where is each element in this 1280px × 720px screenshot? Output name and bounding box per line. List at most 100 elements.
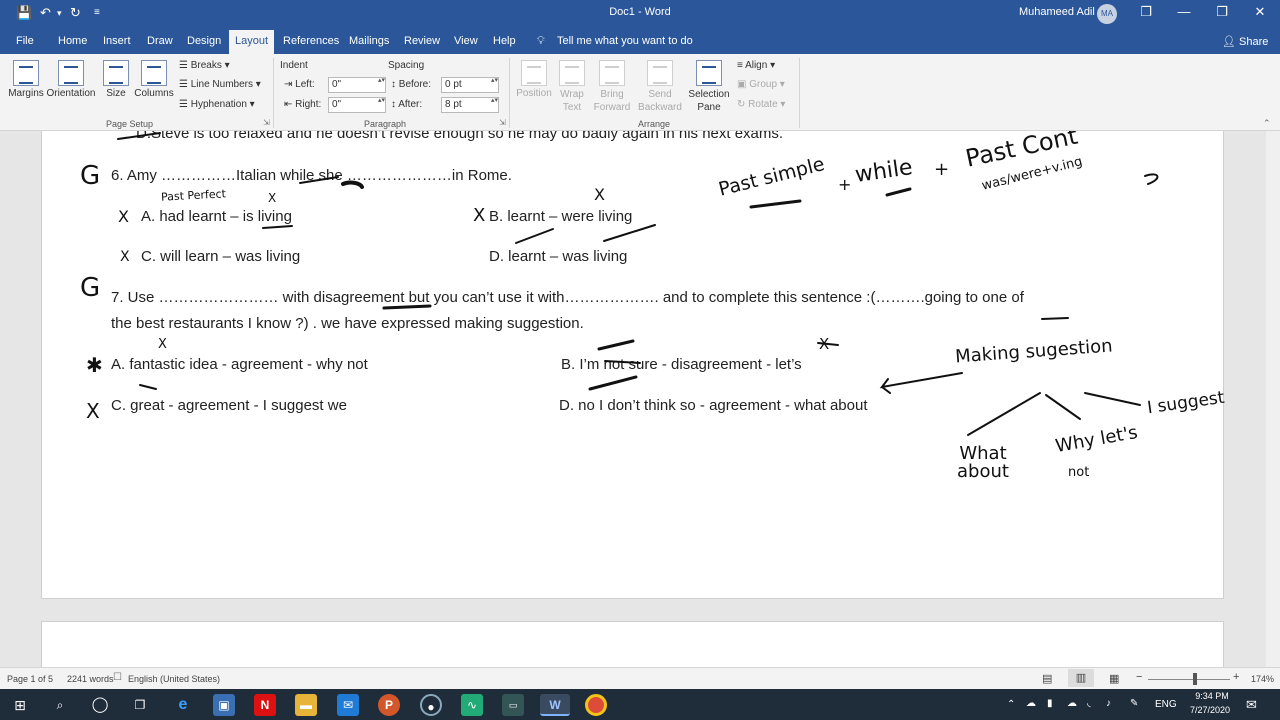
tab-view[interactable]: View [454,35,478,47]
ribbon-display-options-icon[interactable]: ❐ [1136,4,1156,20]
file-explorer-icon[interactable]: ▬ [295,694,317,716]
print-layout-icon[interactable]: ▥ [1068,669,1094,687]
selection-pane-label: Selection Pane [688,89,730,113]
group-divider [509,58,510,128]
breaks-button[interactable]: ☰ Breaks ▾ [179,60,230,71]
mail-icon[interactable]: ✉ [337,694,359,716]
breaks-label: Breaks [190,60,222,71]
document-area: D.Steve is too relaxed and he doesn’t re… [0,131,1280,667]
ink-underline-is-living [262,225,293,229]
tab-file[interactable]: File [16,35,34,47]
spacing-after-input[interactable]: 8 pt [441,97,499,113]
selection-pane-button[interactable]: Selection Pane [686,60,732,114]
web-layout-icon[interactable]: ▦ [1109,672,1119,685]
tab-references[interactable]: References [283,35,339,47]
columns-button[interactable]: Columns [134,60,174,99]
rotate-button[interactable]: ↻ Rotate ▾ [737,99,785,110]
vertical-scrollbar[interactable] [1266,131,1280,667]
wrap-text-label: Wrap Text [560,89,584,113]
ink-star-mark-a7: ✱ [86,353,103,377]
notifications-icon[interactable]: ✉ [1246,697,1257,713]
ink-bracket-stroke [1144,173,1159,185]
proofing-icon[interactable]: ☐ [113,672,122,683]
weather-icon[interactable]: ☁ [1067,698,1077,709]
zoom-out-icon[interactable]: − [1136,671,1142,683]
ink-underline-not-sure [604,360,641,364]
battery-icon[interactable]: ▮ [1047,698,1053,709]
bring-forward-button[interactable]: Bring Forward [590,60,634,114]
tab-help[interactable]: Help [493,35,516,47]
edge-icon[interactable]: e [172,694,194,716]
indent-right-input[interactable]: 0" [328,97,386,113]
orientation-button[interactable]: Orientation [46,60,96,99]
tab-design[interactable]: Design [187,35,221,47]
powerpoint-icon[interactable]: P [378,694,400,716]
tab-insert[interactable]: Insert [103,35,131,47]
search-icon[interactable]: ⌕ [49,694,71,716]
restore-icon[interactable]: ❐ [1212,4,1232,20]
terminal-icon[interactable]: ▭ [502,694,524,716]
cortana-icon[interactable]: ◯ [89,694,111,716]
tab-review[interactable]: Review [404,35,440,47]
zoom-slider-thumb[interactable] [1193,673,1197,685]
hyphenation-button[interactable]: ☰ Hyphenation ▾ [179,99,255,110]
tab-draw[interactable]: Draw [147,35,173,47]
tab-layout[interactable]: Layout [229,30,275,54]
paragraph-dialog-launcher-icon[interactable]: ⇲ [499,118,506,127]
task-view-icon[interactable]: ❐ [129,694,151,716]
margins-button[interactable]: Margins [8,60,44,99]
avatar[interactable]: MA [1097,4,1117,24]
tab-mailings[interactable]: Mailings [349,35,389,47]
user-name[interactable]: Muhameed Adil [1019,6,1095,18]
ink-check-b-top [597,339,635,351]
position-button[interactable]: Position [514,60,554,99]
ink-underline-while [299,176,339,184]
word-taskbar-icon[interactable]: W [540,694,570,716]
indent-left-input[interactable]: 0" [328,77,386,93]
netflix-icon[interactable]: N [254,694,276,716]
chrome-icon[interactable] [585,694,607,716]
send-backward-button[interactable]: Send Backward [636,60,684,114]
collapse-ribbon-icon[interactable]: ⌃ [1263,118,1271,129]
pen-workspace-icon[interactable]: ✎ [1130,698,1138,709]
show-hidden-icons-icon[interactable]: ⌃ [1007,699,1015,710]
zoom-level[interactable]: 174% [1251,674,1274,684]
ink-branch-suggest [1084,392,1141,406]
windows-start-icon[interactable]: ⊞ [9,694,31,716]
camera-app-icon[interactable]: ● [420,694,442,716]
clock-date[interactable]: 7/27/2020 [1186,705,1234,715]
volume-icon[interactable]: ♪ [1106,698,1111,709]
close-icon[interactable]: ✕ [1250,4,1270,20]
tell-me-search[interactable]: Tell me what you want to do [557,35,693,47]
language-status[interactable]: English (United States) [128,674,220,684]
word-count[interactable]: 2241 words [67,674,114,684]
wifi-icon[interactable]: ◟ [1087,698,1091,709]
arrange-group-label: Arrange [638,119,671,129]
zoom-slider-track[interactable] [1148,679,1230,680]
spacing-before-input[interactable]: 0 pt [441,77,499,93]
photos-icon[interactable]: ∿ [461,694,483,716]
ink-underline-disagreement [382,304,432,310]
onedrive-icon[interactable]: ☁ [1026,698,1036,709]
minimize-icon[interactable]: — [1174,4,1194,19]
ink-underline-past-simple [749,199,802,209]
input-language[interactable]: ENG [1155,699,1177,710]
document-page-next[interactable] [41,621,1224,667]
read-mode-icon[interactable]: ▤ [1042,672,1052,685]
clock-time[interactable]: 9:34 PM [1190,691,1234,701]
ink-check-were-living [603,224,656,242]
align-button[interactable]: ≡ Align ▾ [737,60,775,71]
page-setup-dialog-launcher-icon[interactable]: ⇲ [263,118,270,127]
align-label: Align [745,60,768,71]
page-count[interactable]: Page 1 of 5 [7,674,53,684]
share-button[interactable]: 👤︎ Share [1222,35,1268,48]
tab-home[interactable]: Home [58,35,87,47]
bring-forward-label: Bring Forward [593,89,631,113]
size-button[interactable]: Size [102,60,130,99]
zoom-in-icon[interactable]: + [1233,671,1239,683]
group-button[interactable]: ▣ Group ▾ [737,79,785,90]
wrap-text-button[interactable]: Wrap Text [556,60,588,114]
store-icon[interactable]: ▣ [213,694,235,716]
title-bar: 💾 ↶ ▾ ↻ ≡ Doc1 - Word Muhameed Adil MA ❐… [0,0,1280,28]
line-numbers-button[interactable]: ☰ Line Numbers ▾ [179,79,261,90]
